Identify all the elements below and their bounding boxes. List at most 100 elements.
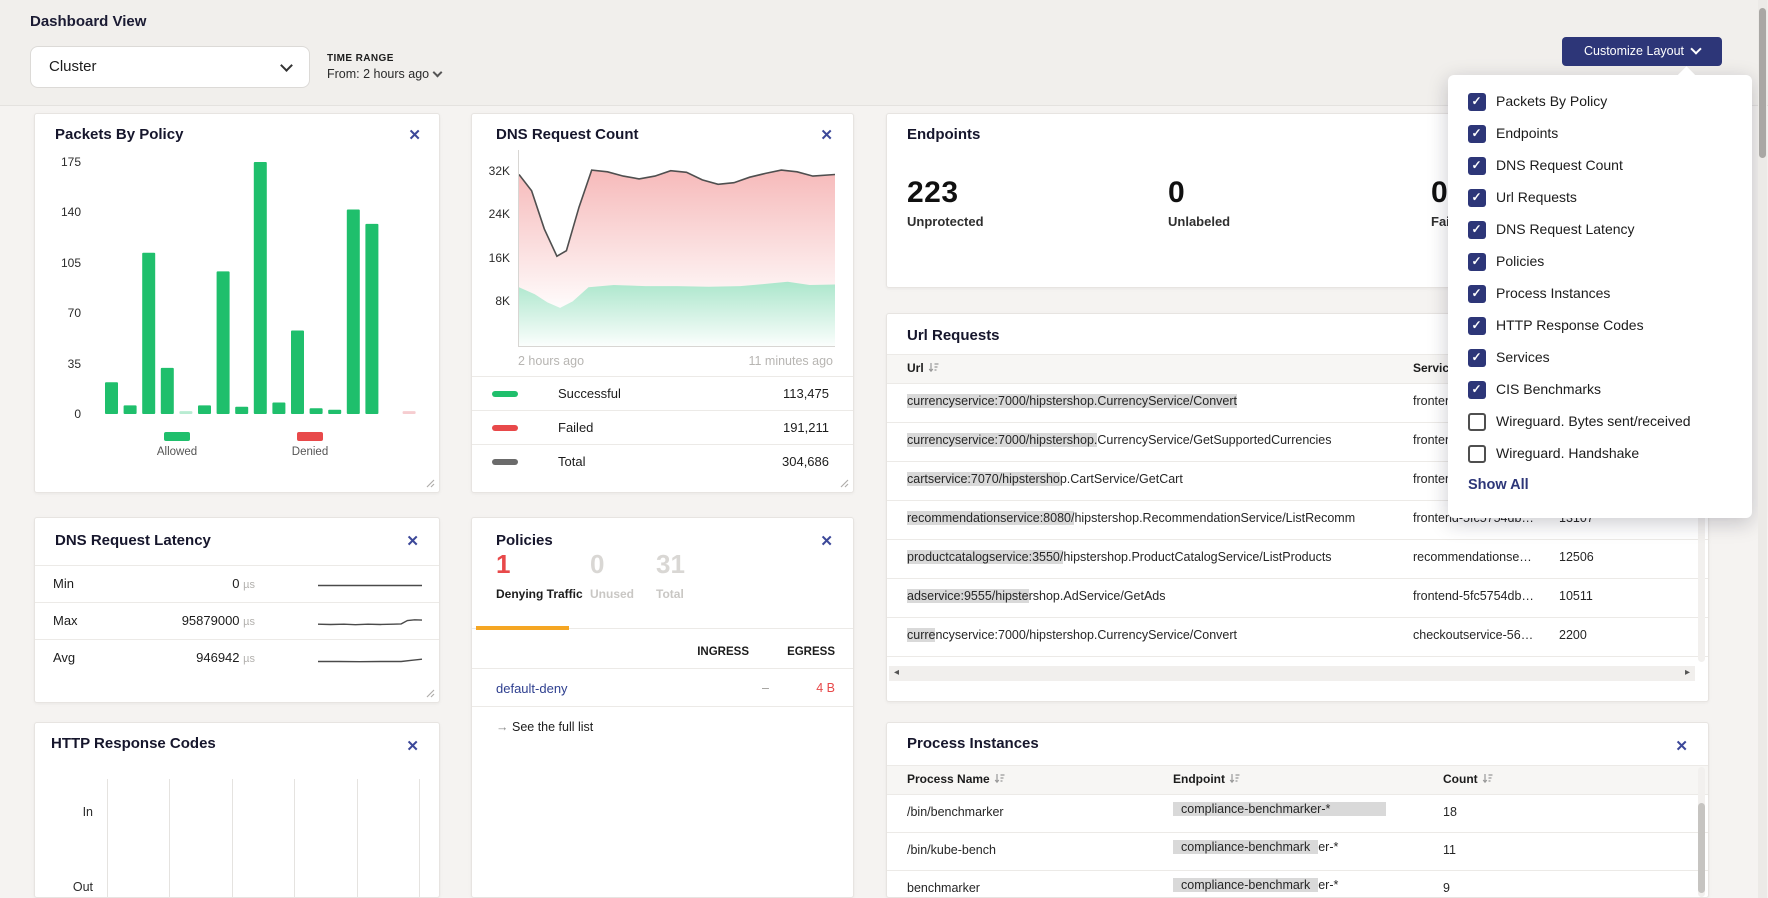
legend-label: Allowed <box>131 446 223 458</box>
close-icon[interactable]: ✕ <box>820 128 833 143</box>
checkbox[interactable] <box>1468 285 1486 303</box>
resize-handle-icon[interactable] <box>840 479 849 488</box>
column-header-process-name[interactable]: Process Name <box>907 772 1005 786</box>
sort-icon <box>1229 773 1240 784</box>
count-cell: 12506 <box>1559 550 1629 564</box>
menu-item-dns-request-count[interactable]: DNS Request Count <box>1448 151 1752 183</box>
service-cell: checkoutservice-56… <box>1413 628 1545 642</box>
checkbox[interactable] <box>1468 413 1486 431</box>
card-title: Endpoints <box>907 126 980 143</box>
stat-value: 0 <box>1431 176 1448 210</box>
count-cell: 11 <box>1443 843 1503 857</box>
x-axis-left: 2 hours ago <box>518 354 584 368</box>
show-all-link[interactable]: Show All <box>1468 477 1529 493</box>
table-row[interactable]: productcatalogservice:3550/hipstershop.P… <box>887 539 1708 579</box>
y-tick: 175 <box>47 155 81 169</box>
resize-handle-icon[interactable] <box>426 689 435 698</box>
menu-item-url-requests[interactable]: Url Requests <box>1448 183 1752 215</box>
table-row[interactable]: adservice:9555/hipstershop.AdService/Get… <box>887 578 1708 618</box>
menu-item-label: Services <box>1496 349 1550 365</box>
menu-item-label: Url Requests <box>1496 189 1577 205</box>
checkbox[interactable] <box>1468 125 1486 143</box>
scroll-right-icon[interactable]: ▸ <box>1685 667 1690 678</box>
url-rest: CurrencyService/GetSupportedCurrencies <box>1097 433 1331 447</box>
checkbox[interactable] <box>1468 93 1486 111</box>
menu-item-label: Wireguard. Bytes sent/received <box>1496 413 1691 429</box>
legend-label: Successful <box>558 386 621 401</box>
divider <box>472 668 853 669</box>
column-header-endpoint[interactable]: Endpoint <box>1173 772 1240 786</box>
customize-layout-label: Customize Layout <box>1584 44 1684 58</box>
menu-item-packets-by-policy[interactable]: Packets By Policy <box>1448 87 1752 119</box>
column-header-count[interactable]: Count <box>1443 772 1493 786</box>
checkbox[interactable] <box>1468 349 1486 367</box>
menu-item-dns-request-latency[interactable]: DNS Request Latency <box>1448 215 1752 247</box>
resize-handle-icon[interactable] <box>426 479 435 488</box>
tab-unused-label[interactable]: Unused <box>590 587 634 601</box>
close-icon[interactable]: ✕ <box>408 128 421 143</box>
grid-line <box>169 779 170 898</box>
process-name-cell: /bin/benchmarker <box>907 805 1157 819</box>
menu-item-label: Packets By Policy <box>1496 93 1607 109</box>
checkbox[interactable] <box>1468 253 1486 271</box>
checkbox[interactable] <box>1468 381 1486 399</box>
checkbox[interactable] <box>1468 157 1486 175</box>
menu-item-label: CIS Benchmarks <box>1496 381 1601 397</box>
see-full-list-label: See the full list <box>512 720 593 734</box>
menu-item-process-instances[interactable]: Process Instances <box>1448 279 1752 311</box>
legend-row: Total 304,686 <box>472 444 853 479</box>
scrollbar-thumb[interactable] <box>1759 8 1766 158</box>
card-policies: Policies ✕ 1 Denying Traffic 0 Unused 31… <box>471 517 854 898</box>
legend-swatch <box>492 425 518 431</box>
table-row[interactable]: /bin/benchmarker compliance-benchmarker-… <box>887 794 1708 833</box>
view-select[interactable]: Cluster <box>30 46 310 88</box>
card-title: Policies <box>496 532 553 549</box>
page-title: Dashboard View <box>30 13 146 30</box>
checkbox[interactable] <box>1468 189 1486 207</box>
menu-item-cis-benchmarks[interactable]: CIS Benchmarks <box>1448 375 1752 407</box>
tab-denying-label[interactable]: Denying Traffic <box>496 587 583 601</box>
see-full-list-link[interactable]: → See the full list <box>496 720 593 734</box>
endpoint-rest: er-* <box>1318 878 1338 892</box>
menu-item-wireguard-bytes[interactable]: Wireguard. Bytes sent/received <box>1448 407 1752 439</box>
scroll-left-icon[interactable]: ◂ <box>894 667 899 678</box>
url-rest: hipstershop.ProductCatalogService/ListPr… <box>1063 550 1331 564</box>
card-packets-by-policy: Packets By Policy ✕ 175 140 105 70 35 0 … <box>34 113 440 493</box>
table-row[interactable]: /bin/kube-bench compliance-benchmarker-*… <box>887 832 1708 871</box>
close-icon[interactable]: ✕ <box>820 534 833 549</box>
close-icon[interactable]: ✕ <box>406 739 419 754</box>
scrollbar-thumb[interactable] <box>1698 803 1705 893</box>
sort-icon <box>928 362 939 373</box>
menu-item-services[interactable]: Services <box>1448 343 1752 375</box>
menu-item-http-response-codes[interactable]: HTTP Response Codes <box>1448 311 1752 343</box>
stat-label: Unlabeled <box>1168 214 1230 229</box>
column-header-ingress: INGRESS <box>669 646 749 658</box>
close-icon[interactable]: ✕ <box>406 534 419 549</box>
checkbox[interactable] <box>1468 221 1486 239</box>
menu-item-wireguard-handshake[interactable]: Wireguard. Handshake <box>1448 439 1752 471</box>
checkbox[interactable] <box>1468 317 1486 335</box>
table-row[interactable]: currencyservice:7000/hipstershop.Currenc… <box>887 617 1708 657</box>
latency-unit: µs <box>243 579 255 591</box>
time-range-value[interactable]: From: 2 hours ago <box>327 67 441 81</box>
horizontal-scrollbar[interactable]: ◂ ▸ <box>889 666 1695 681</box>
tab-total-label[interactable]: Total <box>656 587 684 601</box>
customize-layout-button[interactable]: Customize Layout <box>1562 37 1722 66</box>
table-row[interactable]: benchmarker compliance-benchmarker-* 9 <box>887 870 1708 898</box>
url-highlight: adservice:9555/hipste <box>907 589 1029 603</box>
legend-label: Denied <box>264 446 356 458</box>
menu-item-policies[interactable]: Policies <box>1448 247 1752 279</box>
url-highlight: cartservice:7070/hipstersho <box>907 472 1060 486</box>
close-icon[interactable]: ✕ <box>1675 739 1688 754</box>
policy-name-link[interactable]: default-deny <box>496 681 568 696</box>
tab-denying-value: 1 <box>496 549 510 580</box>
menu-item-endpoints[interactable]: Endpoints <box>1448 119 1752 151</box>
latency-label: Min <box>53 576 74 591</box>
vertical-scrollbar[interactable] <box>1698 767 1705 897</box>
menu-item-label: DNS Request Count <box>1496 157 1623 173</box>
y-tick: 8K <box>476 294 510 308</box>
column-header-url[interactable]: Url <box>907 361 939 375</box>
checkbox[interactable] <box>1468 445 1486 463</box>
heatmap-row-label: In <box>53 805 93 819</box>
page-scrollbar[interactable] <box>1758 0 1767 898</box>
